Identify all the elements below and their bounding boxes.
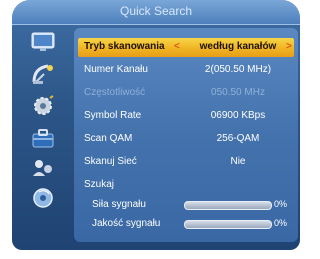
signal-strength-label: Siła sygnału: [92, 199, 146, 210]
title-bar: Quick Search: [12, 0, 300, 25]
arrow-right-icon[interactable]: >: [286, 41, 292, 52]
frequency-label: Częstotliwość: [84, 87, 146, 98]
disc-icon[interactable]: [30, 186, 56, 210]
signal-strength-percent: 0%: [274, 199, 288, 209]
signal-quality-row: Jakość sygnału 0%: [78, 215, 294, 234]
symbol-rate-row[interactable]: Symbol Rate 06900 KBps: [78, 107, 294, 126]
scan-network-value: Nie: [230, 156, 246, 167]
scan-mode-value: według kanałów: [199, 41, 277, 52]
signal-strength-bar: [184, 201, 272, 210]
scan-qam-value: 256-QAM: [216, 133, 260, 144]
arrow-left-icon[interactable]: <: [174, 41, 180, 52]
tv-monitor-icon[interactable]: [30, 30, 56, 54]
sidebar: [18, 30, 72, 238]
scan-mode-row[interactable]: Tryb skanowania < według kanałów >: [78, 38, 294, 57]
symbol-rate-label: Symbol Rate: [84, 110, 142, 121]
signal-strength-row: Siła sygnału 0%: [78, 196, 294, 215]
satellite-dish-icon[interactable]: [30, 62, 56, 86]
signal-quality-percent: 0%: [274, 218, 288, 228]
quick-search-window: Quick Search Tryb skanowania < według ka…: [12, 0, 300, 250]
users-icon[interactable]: [30, 156, 56, 180]
signal-quality-bar: [184, 220, 272, 229]
scan-network-label: Skanuj Sieć: [84, 156, 137, 167]
tv-osd-frame: Quick Search Tryb skanowania < według ka…: [0, 0, 300, 259]
quick-search-form: Tryb skanowania < według kanałów > Numer…: [74, 28, 298, 242]
toolbox-icon[interactable]: [30, 126, 56, 150]
search-label: Szukaj: [84, 179, 115, 190]
channel-number-label: Numer Kanału: [84, 64, 148, 75]
search-button[interactable]: Szukaj: [78, 176, 294, 195]
frequency-row: Częstotliwość 050.50 MHz: [78, 84, 294, 103]
scan-qam-label: Scan QAM: [84, 133, 133, 144]
scan-mode-label: Tryb skanowania: [84, 41, 165, 52]
scan-network-row[interactable]: Skanuj Sieć Nie: [78, 153, 294, 172]
frequency-value: 050.50 MHz: [211, 87, 265, 98]
settings-gear-icon[interactable]: [30, 94, 56, 118]
channel-number-row[interactable]: Numer Kanału 2(050.50 MHz): [78, 61, 294, 80]
signal-quality-label: Jakość sygnału: [92, 218, 161, 229]
scan-qam-row[interactable]: Scan QAM 256-QAM: [78, 130, 294, 149]
window-title: Quick Search: [119, 4, 193, 18]
symbol-rate-value: 06900 KBps: [210, 110, 266, 121]
channel-number-value: 2(050.50 MHz): [204, 64, 272, 75]
